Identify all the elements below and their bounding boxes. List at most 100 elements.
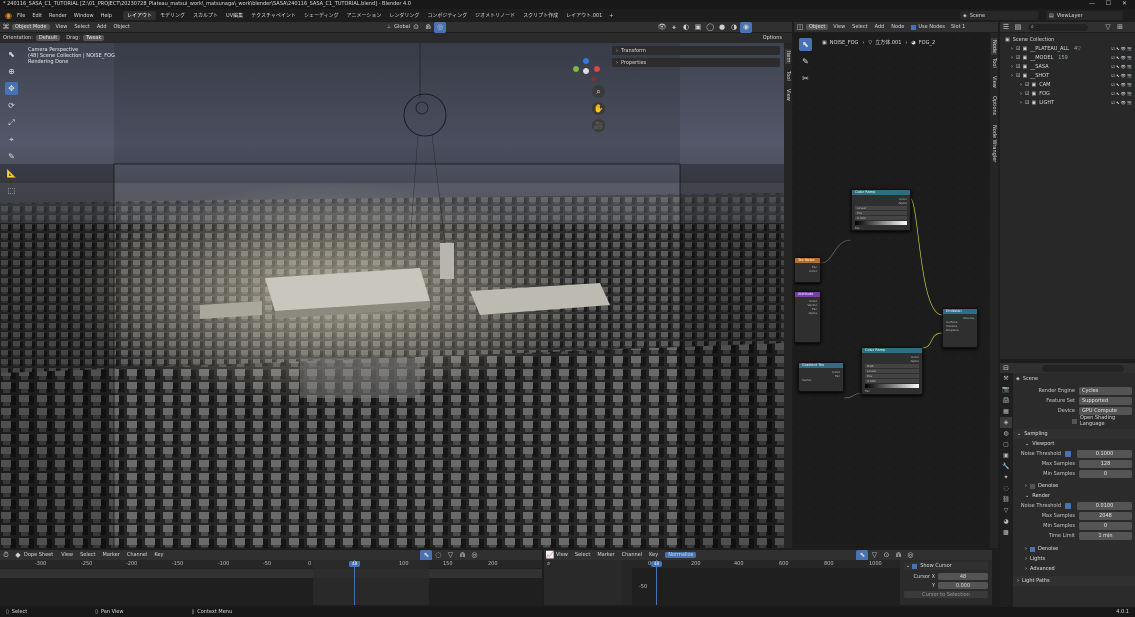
texture-tab-icon[interactable]: ▩: [1000, 527, 1012, 538]
display-mode-icon[interactable]: ▤: [1012, 22, 1024, 33]
properties-search-input[interactable]: [1042, 364, 1124, 372]
only-selected-icon[interactable]: ⬉: [420, 549, 433, 561]
disclosure-icon[interactable]: ›: [1011, 64, 1013, 70]
node-editor-type-icon[interactable]: ◫: [794, 22, 806, 33]
show-hidden-icon[interactable]: ◌: [432, 550, 444, 561]
feature-set-dropdown[interactable]: Supported: [1079, 397, 1132, 405]
cursor-x-field[interactable]: 48: [938, 573, 988, 580]
viewport-menu-view[interactable]: View: [56, 24, 68, 30]
shader-node-2[interactable]: Attribute Color Vector Fac Alpha: [794, 291, 821, 343]
node-output-socket[interactable]: Alpha: [865, 359, 919, 363]
disclosure-icon[interactable]: ›: [1020, 91, 1022, 97]
menu-file[interactable]: File: [17, 13, 25, 19]
add-cube-tool-icon[interactable]: ⬚: [5, 184, 18, 197]
include-checkbox-icon[interactable]: ☑: [1016, 46, 1020, 52]
disclosure-icon[interactable]: ›: [1011, 55, 1013, 61]
workspace-tab-11[interactable]: レイアウト.001: [562, 11, 606, 20]
measure-tool-icon[interactable]: 📐: [5, 167, 18, 180]
outliner-editor-icon[interactable]: ☰: [1000, 22, 1012, 33]
graph-menu-view[interactable]: View: [556, 552, 568, 558]
vp-denoise-subsection[interactable]: › Denoise: [1013, 481, 1135, 491]
node-field[interactable]: Pos: [855, 211, 907, 215]
disclosure-icon[interactable]: ›: [1011, 46, 1013, 52]
workspace-tab-4[interactable]: テクスチャペイント: [247, 11, 300, 20]
render-engine-dropdown[interactable]: Cycles: [1079, 387, 1132, 395]
disclosure-icon[interactable]: ›: [1020, 100, 1022, 106]
annotate-tool-icon[interactable]: ✎: [5, 150, 18, 163]
shader-node-5[interactable]: Emission Volume Surface Volume Displace: [942, 308, 978, 348]
workspace-tab-0[interactable]: レイアウト: [122, 11, 156, 20]
include-checkbox-icon[interactable]: ☑: [1025, 100, 1029, 106]
proportional-dopesheet-icon[interactable]: ◎: [468, 550, 480, 561]
cursor-to-selection-button[interactable]: Cursor to Selection: [904, 591, 988, 598]
viewport-menu-select[interactable]: Select: [74, 24, 89, 30]
pan-hand-icon[interactable]: ✋: [592, 102, 605, 115]
close-button[interactable]: ✕: [1122, 0, 1127, 7]
visibility-toggles[interactable]: ☑ ⬉ 👁 📷: [1111, 100, 1135, 105]
workspace-tab-1[interactable]: モデリング: [156, 11, 189, 20]
node-input-socket[interactable]: Fac: [855, 226, 907, 230]
dopesheet-menu-select[interactable]: Select: [80, 552, 95, 558]
add-workspace-icon[interactable]: +: [609, 13, 613, 19]
sampling-section[interactable]: ⌄ Sampling: [1013, 429, 1135, 439]
rendered-shading-icon[interactable]: ◉: [740, 21, 753, 33]
tab-node[interactable]: Node: [991, 38, 997, 56]
show-cursor-section[interactable]: ⌄ Show Cursor: [904, 562, 988, 570]
dopesheet-area[interactable]: -300-250-200-150-100-50050100150200 48: [0, 560, 542, 605]
visibility-toggles[interactable]: ☑ ⬉ 👁 📷: [1111, 64, 1135, 69]
material-shading-icon[interactable]: ◑: [728, 22, 740, 33]
scene-selector[interactable]: ◈ Scene: [960, 11, 1038, 20]
maximize-button[interactable]: ☐: [1106, 0, 1111, 7]
vp-denoise-checkbox[interactable]: [1030, 483, 1035, 489]
tab-node-wrangler[interactable]: Node Wrangler: [991, 125, 997, 162]
dopesheet-menu-marker[interactable]: Marker: [103, 552, 120, 558]
orientation-dropdown[interactable]: Default: [35, 35, 61, 41]
r-noise-threshold-checkbox[interactable]: [1065, 503, 1071, 509]
pivot-icon[interactable]: ⊙: [410, 22, 422, 33]
vp-min-samples-field[interactable]: 0: [1079, 470, 1132, 478]
include-checkbox-icon[interactable]: ☑: [1025, 82, 1029, 88]
minimize-button[interactable]: —: [1089, 0, 1095, 7]
scale-tool-icon[interactable]: ⤢: [5, 116, 18, 129]
scene-tab-icon[interactable]: ◈: [1000, 417, 1012, 428]
particles-tab-icon[interactable]: ✦: [1000, 472, 1012, 483]
outliner-row-sasa[interactable]: › ☑ ▣ __SASA ☑ ⬉ 👁 📷: [1000, 62, 1135, 71]
world-tab-icon[interactable]: ◍: [1000, 428, 1012, 439]
transform-tool-icon[interactable]: ⌖: [5, 133, 18, 146]
tab-tool[interactable]: Tool: [785, 71, 791, 81]
outliner-row-fog[interactable]: › ☑ ▣ FOG ☑ ⬉ 👁 📷: [1000, 89, 1135, 98]
options-dropdown[interactable]: Options: [763, 35, 782, 41]
node-output-socket[interactable]: Alpha: [798, 311, 817, 315]
shader-node-4[interactable]: Gradient Tex Color Fac Vector: [798, 362, 844, 392]
transform-orientation-dropdown[interactable]: Global: [394, 24, 410, 30]
tool-tab-icon[interactable]: ⚒: [1000, 373, 1012, 384]
color-ramp-gradient[interactable]: [855, 221, 907, 225]
graph-only-selected-icon[interactable]: ⬉: [856, 549, 869, 561]
menu-window[interactable]: Window: [74, 13, 94, 19]
shader-node-3[interactable]: Color Ramp Color Alpha RGB Linear Pos 0.000 Fac: [861, 347, 923, 395]
transform-panel[interactable]: › Transform: [612, 46, 780, 55]
snapping-icon[interactable]: ⋒: [456, 550, 468, 561]
physics-tab-icon[interactable]: ◌: [1000, 483, 1012, 494]
vp-noise-threshold-checkbox[interactable]: [1065, 451, 1071, 457]
include-checkbox-icon[interactable]: ☑: [1016, 73, 1020, 79]
dopesheet-menu-channel[interactable]: Channel: [127, 552, 148, 558]
camera-view-icon[interactable]: 🎥: [592, 119, 605, 132]
disclosure-icon[interactable]: ›: [1011, 73, 1013, 79]
outliner-row-model[interactable]: › ☑ ▣ __MODEL 159 ☑ ⬉ 👁 📷: [1000, 53, 1135, 62]
color-ramp-gradient[interactable]: [865, 384, 919, 388]
data-tab-icon[interactable]: ▽: [1000, 505, 1012, 516]
node-input-socket[interactable]: Fac: [865, 389, 919, 393]
node-field[interactable]: Linear: [855, 206, 907, 210]
outliner-row-plateau-all[interactable]: › ☑ ▣ __PLATEAU_ALL 4▽ ☑ ⬉ 👁 📷: [1000, 44, 1135, 53]
r-denoise-checkbox[interactable]: [1030, 546, 1035, 552]
workspace-tab-10[interactable]: スクリプト作成: [519, 11, 562, 20]
outliner-search-input[interactable]: ⌕: [1028, 23, 1088, 31]
r-min-samples-field[interactable]: 0: [1079, 522, 1132, 530]
viewport-subsection[interactable]: ⌄ Viewport: [1013, 439, 1135, 449]
graph-menu-select[interactable]: Select: [575, 552, 590, 558]
solid-shading-icon[interactable]: ●: [716, 22, 728, 33]
workspace-tab-2[interactable]: スカルプト: [189, 11, 222, 20]
visibility-toggles[interactable]: ☑ ⬉ 👁 📷: [1111, 46, 1135, 51]
node-field[interactable]: RGB: [865, 364, 919, 368]
